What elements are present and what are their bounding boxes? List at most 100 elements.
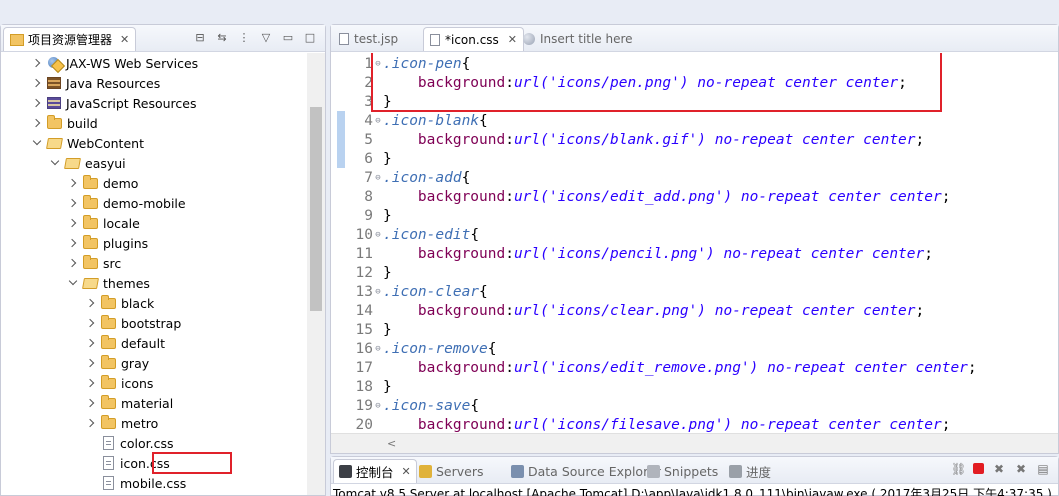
tab-project-explorer[interactable]: 项目资源管理器 ✕ [3, 27, 137, 51]
chevron-down-icon[interactable] [49, 153, 61, 173]
tree-item[interactable]: JAX-WS Web Services [31, 53, 198, 73]
tree-item[interactable]: icons [85, 373, 153, 393]
code-line: 14 background: url('icons/clear.png') no-… [345, 301, 925, 320]
tree-item[interactable]: Java Resources [31, 73, 160, 93]
chevron-right-icon[interactable] [85, 373, 97, 393]
console-tab[interactable]: Data Source Explorer [511, 459, 661, 483]
editor-tab[interactable]: test.jsp [333, 27, 404, 51]
line-number: 12 [355, 264, 373, 281]
code-token: url('icons/edit_remove.png') no-repeat c… [513, 359, 968, 376]
chevron-right-icon[interactable] [67, 173, 79, 193]
tree-item[interactable]: WebContent [31, 133, 144, 153]
jsp-file-icon [339, 33, 349, 45]
remove-launch-icon[interactable]: ✖ [992, 462, 1006, 476]
chevron-right-icon[interactable] [85, 313, 97, 333]
tree-item[interactable]: material [85, 393, 173, 413]
tree-item[interactable]: bootstrap [85, 313, 181, 333]
chevron-right-icon[interactable] [85, 393, 97, 413]
code-token: } [383, 207, 392, 224]
fold-toggle-icon[interactable]: ⊖ [373, 173, 383, 183]
tree-item-label: Java Resources [66, 75, 161, 91]
fold-toggle-icon[interactable]: ⊖ [373, 116, 383, 126]
view-menu-icon[interactable]: ⋮ [237, 31, 251, 45]
clear-console-icon[interactable]: ▤ [1036, 462, 1050, 476]
close-icon[interactable]: ✕ [508, 33, 517, 46]
console-tab-label: 控制台 [356, 465, 394, 480]
fold-toggle-icon[interactable]: ⊖ [373, 401, 383, 411]
scrollbar-thumb[interactable] [310, 107, 322, 311]
folder-open-icon [64, 157, 81, 169]
console-tab[interactable]: Snippets [647, 459, 718, 483]
editor-horizontal-scrollbar[interactable]: < [331, 433, 1058, 453]
terminate-icon[interactable] [973, 463, 984, 474]
view-menu-dropdown-icon[interactable]: ▽ [259, 31, 273, 45]
link-with-editor-icon[interactable]: ⇆ [215, 31, 229, 45]
chevron-down-icon[interactable] [31, 133, 43, 153]
chevron-right-icon[interactable] [31, 53, 43, 73]
close-icon[interactable]: ✕ [402, 465, 411, 478]
java-resources-icon [47, 77, 61, 89]
chevron-right-icon[interactable] [67, 213, 79, 233]
editor-tab[interactable]: Insert title here [517, 27, 639, 51]
chevron-right-icon[interactable] [85, 293, 97, 313]
chevron-right-icon[interactable] [31, 113, 43, 133]
folder-icon [101, 354, 116, 369]
tree-item[interactable]: gray [85, 353, 149, 373]
tree-item[interactable]: JavaScript Resources [31, 93, 196, 113]
explorer-vertical-scrollbar[interactable] [307, 53, 325, 495]
editor-tab[interactable]: *icon.css ✕ [423, 27, 525, 51]
tree-item[interactable]: metro [85, 413, 158, 433]
code-token: url('icons/pencil.png') no-repeat center… [513, 245, 925, 262]
line-number: 4 [364, 112, 373, 129]
tree-item[interactable]: easyui [49, 153, 126, 173]
explorer-toolbar: ⊟ ⇆ ⋮ ▽ ▭ □ [193, 29, 317, 47]
tree-item[interactable]: color.css [85, 433, 174, 453]
tree-item[interactable]: black [85, 293, 154, 313]
code-line: 9} [345, 206, 392, 225]
tree-item[interactable]: mobile.css [85, 473, 186, 493]
console-tab-label: Snippets [664, 463, 719, 479]
fold-toggle-icon[interactable]: ⊖ [373, 344, 383, 354]
line-number: 11 [355, 245, 373, 262]
tree-item[interactable]: demo [67, 173, 138, 193]
chevron-right-icon[interactable] [85, 333, 97, 353]
console-tab[interactable]: 进度 [729, 459, 771, 483]
console-status-line: Tomcat v8.5 Server at localhost [Apache … [333, 487, 1052, 496]
fold-toggle-icon[interactable]: ⊖ [373, 230, 383, 240]
console-tab[interactable]: 控制台 ✕ [333, 459, 417, 483]
chevron-down-icon[interactable] [67, 273, 79, 293]
console-tab[interactable]: Servers [419, 459, 484, 483]
minimize-icon[interactable]: ▭ [281, 31, 295, 45]
line-number: 9 [364, 207, 373, 224]
tree-item[interactable]: themes [67, 273, 150, 293]
code-token: url('icons/blank.gif') no-repeat center … [513, 131, 916, 148]
chevron-right-icon[interactable] [85, 353, 97, 373]
scroll-left-icon[interactable]: < [387, 437, 396, 450]
chevron-right-icon[interactable] [31, 73, 43, 93]
maximize-icon[interactable]: □ [303, 31, 317, 45]
chevron-right-icon[interactable] [31, 93, 43, 113]
chevron-right-icon[interactable] [67, 233, 79, 253]
collapse-all-icon[interactable]: ⊟ [193, 31, 207, 45]
tree-item[interactable]: locale [67, 213, 140, 233]
chevron-right-icon[interactable] [67, 193, 79, 213]
remove-all-icon[interactable]: ✖ [1014, 462, 1028, 476]
link-icon[interactable]: ⛓ [951, 462, 966, 476]
code-editor[interactable]: 1 ⊖ .icon-pen{2 background: url('icons/pen.… [331, 53, 1058, 433]
tree-item[interactable]: default [85, 333, 165, 353]
tree-item[interactable]: build [31, 113, 98, 133]
tree-item[interactable]: plugins [67, 233, 148, 253]
line-number: 2 [364, 74, 373, 91]
folder-icon [47, 114, 62, 129]
fold-toggle-icon[interactable]: ⊖ [373, 287, 383, 297]
explorer-tab-bar: 项目资源管理器 ✕ ⊟ ⇆ ⋮ ▽ ▭ □ [1, 25, 325, 52]
close-icon[interactable]: ✕ [120, 33, 129, 46]
chevron-right-icon[interactable] [85, 413, 97, 433]
code-line: 10 ⊖ .icon-edit{ [345, 225, 480, 244]
tree-item[interactable]: src [67, 253, 121, 273]
console-view: 控制台 ✕ Servers Data Source Explorer Snippets 进… [330, 456, 1059, 496]
tree-item[interactable]: demo-mobile [67, 193, 186, 213]
editor-area: test.jsp *icon.css ✕ Insert title here 1 ⊖ .i… [330, 24, 1059, 454]
chevron-right-icon[interactable] [67, 253, 79, 273]
